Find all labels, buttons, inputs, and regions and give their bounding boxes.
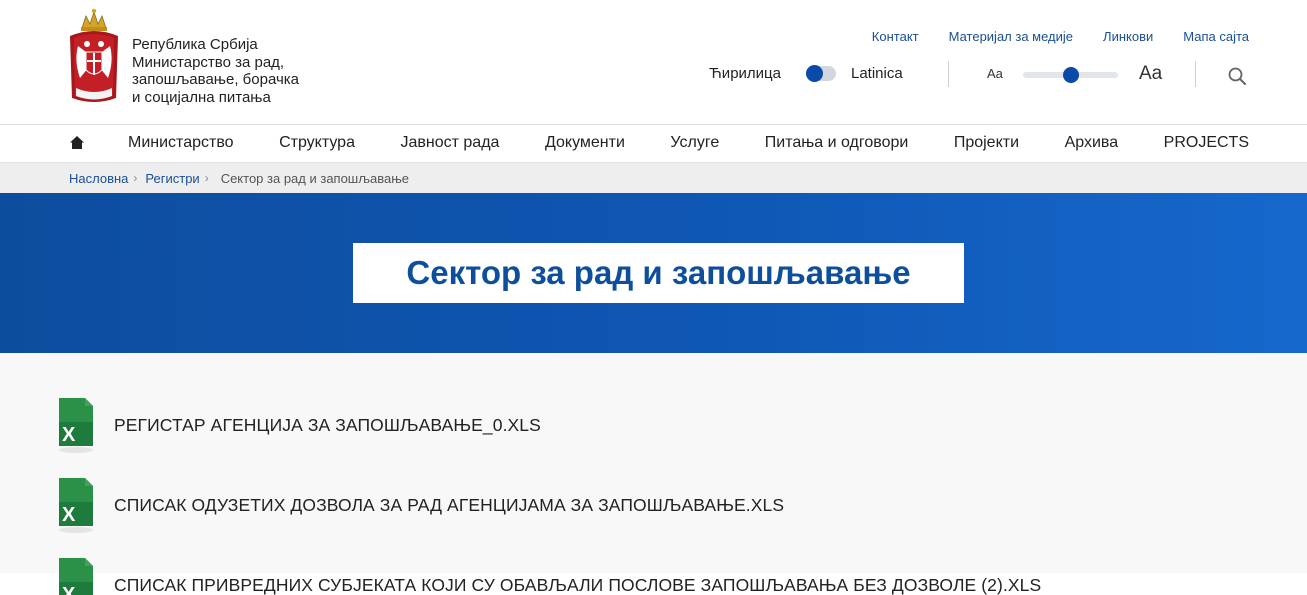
logo-line: запошљавање, борачка	[132, 71, 299, 88]
document-name[interactable]: СПИСАК ПРИВРЕДНИХ СУБЈЕКАТА КОЈИ СУ ОБАВ…	[114, 575, 1041, 595]
document-item[interactable]: X СПИСАК ОДУЗЕТИХ ДОЗВОЛА ЗА РАД АГЕНЦИЈ…	[55, 476, 784, 534]
top-link-contact[interactable]: Контакт	[872, 29, 919, 44]
logo-line: Република Србија	[132, 36, 258, 53]
logo-line: и социјална питања	[132, 88, 271, 106]
nav-item-public-work[interactable]: Јавност рада	[401, 134, 500, 152]
font-size-small-label: Aa	[987, 66, 1003, 81]
script-toggle[interactable]	[806, 65, 836, 82]
nav-item-structure[interactable]: Структура	[279, 134, 355, 152]
slider-thumb[interactable]	[1063, 67, 1079, 83]
breadcrumb-current: Сектор за рад и запошљавање	[220, 170, 410, 186]
logo-line: Министарство за рад,	[132, 53, 285, 71]
svg-text:X: X	[62, 504, 76, 526]
breadcrumb-home[interactable]: Насловна	[69, 171, 128, 186]
nav-item-archive[interactable]: Архива	[1065, 134, 1119, 152]
nav-item-faq[interactable]: Питања и одговори	[765, 134, 909, 152]
svg-text:X: X	[62, 584, 76, 595]
ministry-name: Република Србија Министарство за рад, за…	[132, 36, 299, 106]
divider	[948, 61, 949, 87]
home-icon[interactable]	[69, 135, 85, 151]
top-link-links[interactable]: Линкови	[1103, 29, 1153, 44]
header-controls: Ћирилица Latinica Aa Aa	[709, 58, 1264, 90]
nav-item-ministry[interactable]: Министарство	[128, 134, 234, 152]
chevron-right-icon: ›	[133, 171, 138, 185]
hero-banner: Сектор за рад и запошљавање	[0, 193, 1307, 353]
divider	[1195, 61, 1196, 87]
font-size-slider[interactable]	[1023, 67, 1118, 83]
documents-list: X РЕГИСТАР АГЕНЦИЈА ЗА ЗАПОШЉАВАЊЕ_0.XLS…	[0, 353, 1307, 595]
coat-of-arms-icon	[70, 8, 118, 102]
excel-file-icon: X	[59, 558, 93, 595]
font-size-large-label: Aa	[1139, 63, 1163, 84]
page-title: Сектор за рад и запошљавање	[406, 254, 911, 291]
svg-text:X: X	[62, 424, 76, 446]
nav-item-projects[interactable]: Пројекти	[954, 134, 1019, 152]
breadcrumb-registers[interactable]: Регистри	[145, 171, 199, 186]
top-links: Контакт Материјал за медије Линкови Мапа…	[872, 29, 1249, 44]
excel-file-icon: X	[59, 398, 93, 453]
site-header: Република Србија Министарство за рад, за…	[0, 0, 1307, 125]
breadcrumb: Насловна › Регистри › Сектор за рад и за…	[0, 163, 1307, 193]
chevron-right-icon: ›	[204, 171, 209, 185]
document-item[interactable]: X СПИСАК ПРИВРЕДНИХ СУБЈЕКАТА КОЈИ СУ ОБ…	[55, 556, 1041, 595]
top-link-sitemap[interactable]: Мапа сајта	[1183, 29, 1249, 44]
document-item[interactable]: X РЕГИСТАР АГЕНЦИЈА ЗА ЗАПОШЉАВАЊЕ_0.XLS	[55, 396, 541, 454]
logo[interactable]: Република Србија Министарство за рад, за…	[68, 6, 299, 106]
nav-items: Министарство Структура Јавност рада Доку…	[128, 134, 1249, 152]
lang-latin-label[interactable]: Latinica	[851, 65, 903, 82]
nav-item-documents[interactable]: Документи	[545, 134, 625, 152]
main-nav: Министарство Структура Јавност рада Доку…	[0, 125, 1307, 163]
toggle-knob	[806, 65, 823, 82]
page-title-box: Сектор за рад и запошљавање	[353, 243, 964, 303]
excel-file-icon: X	[59, 478, 93, 533]
top-link-media[interactable]: Материјал за медије	[949, 29, 1073, 44]
document-name[interactable]: РЕГИСТАР АГЕНЦИЈА ЗА ЗАПОШЉАВАЊЕ_0.XLS	[114, 415, 541, 436]
search-icon[interactable]	[1227, 66, 1247, 86]
document-name[interactable]: СПИСАК ОДУЗЕТИХ ДОЗВОЛА ЗА РАД АГЕНЦИЈАМ…	[114, 495, 784, 516]
lang-cyrillic-label[interactable]: Ћирилица	[709, 65, 781, 82]
nav-item-projects-en[interactable]: PROJECTS	[1164, 134, 1249, 152]
nav-item-services[interactable]: Услуге	[670, 134, 719, 152]
